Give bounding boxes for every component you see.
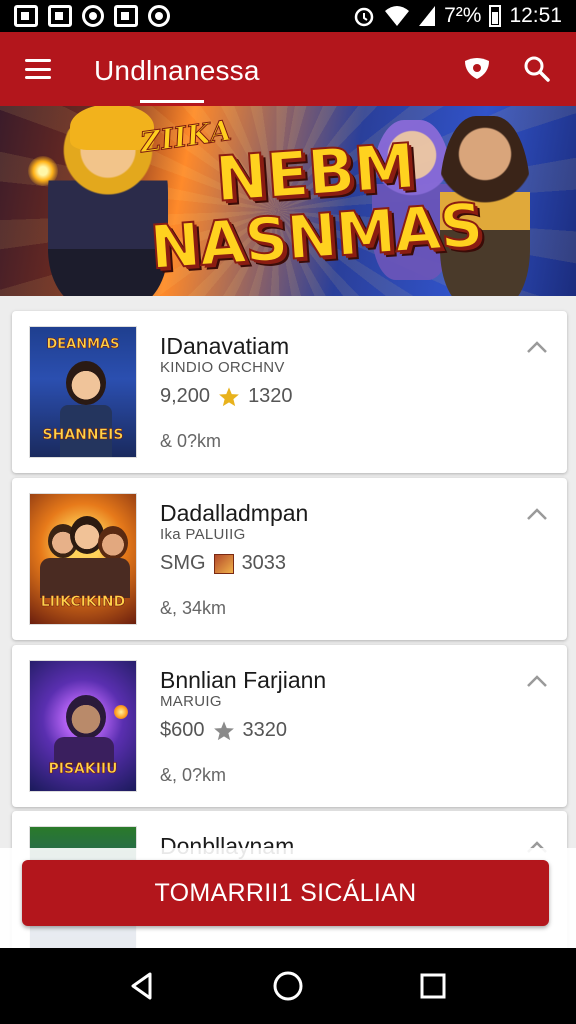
thumbnail-title: DEANMAS	[46, 337, 120, 353]
game-distance: &, 0?km	[160, 765, 227, 785]
primary-action-button[interactable]: TOMARRII1 SICÁLIAN	[22, 860, 549, 926]
game-thumbnail-icon	[213, 553, 234, 574]
home-icon	[273, 971, 303, 1001]
game-count: 3033	[241, 552, 287, 574]
screen: 7²% 12:51 Undlnanessa ZIIKA NEBM NASNMAS…	[0, 0, 576, 1024]
search-icon	[524, 56, 550, 82]
game-title: Dadalladmpan	[160, 500, 309, 526]
chevron-up-icon[interactable]	[525, 673, 549, 689]
list-item[interactable]: PISAKIIU Bnnlian Farjiann MARUIG $600 33…	[12, 645, 567, 807]
list-item[interactable]: DEANMAS SHANNEIS IDanavatiam KINDIO ORCH…	[12, 311, 567, 473]
game-thumbnail: DEANMAS SHANNEIS	[29, 326, 137, 458]
game-stats: 9,200 1320	[160, 385, 293, 408]
chart-notification-icon	[14, 5, 38, 27]
battery-icon	[489, 5, 502, 27]
wifi-icon	[385, 6, 410, 26]
recents-button[interactable]	[408, 961, 458, 1011]
game-price: SMG	[160, 552, 206, 574]
home-button[interactable]	[263, 961, 313, 1011]
recents-icon	[420, 973, 446, 999]
game-title: IDanavatiam	[160, 333, 290, 359]
app-bar: Undlnanessa	[0, 32, 576, 106]
search-button[interactable]	[520, 52, 554, 86]
clock: 12:51	[509, 4, 562, 27]
game-price: $600	[160, 719, 205, 741]
shield-notification-icon	[82, 5, 104, 27]
star-outline-icon	[213, 720, 234, 740]
chevron-up-icon[interactable]	[525, 339, 549, 355]
game-price: 9,200	[160, 385, 211, 407]
game-count: 1320	[248, 385, 293, 407]
notification-icons	[14, 5, 170, 27]
game-thumbnail: PISAKIIU	[29, 660, 137, 792]
game-distance: & 0?km	[160, 431, 222, 451]
menu-icon	[25, 59, 51, 79]
thumbnail-caption: LIIKCIKIND	[40, 594, 126, 611]
app-title: Undlnanessa	[94, 51, 260, 103]
shield-icon	[465, 58, 489, 79]
signal-icon	[419, 6, 436, 26]
game-thumbnail: LIIKCIKIND	[29, 493, 137, 625]
app-notification-icon	[114, 5, 138, 27]
thumbnail-caption: SHANNEIS	[42, 427, 124, 444]
game-stats: $600 3320	[160, 719, 287, 742]
back-button[interactable]	[118, 961, 168, 1011]
game-distance: &, 34km	[160, 598, 227, 618]
status-bar: 7²% 12:51	[0, 0, 576, 32]
chevron-up-icon[interactable]	[525, 506, 549, 522]
shield-button[interactable]	[460, 52, 494, 86]
game-title: Bnnlian Farjiann	[160, 667, 327, 693]
system-nav-bar	[0, 948, 576, 1024]
back-icon	[131, 972, 152, 1000]
pulse-notification-icon	[48, 5, 72, 27]
circle-notification-icon	[148, 5, 170, 27]
game-count: 3320	[242, 719, 288, 741]
game-subtitle: KINDIO ORCHNV	[160, 359, 285, 376]
menu-button[interactable]	[0, 32, 76, 106]
cta-container: TOMARRII1 SICÁLIAN	[0, 848, 576, 948]
game-subtitle: MARUIG	[160, 693, 222, 710]
game-subtitle: Ika PALUIIG	[160, 526, 246, 543]
battery-percent: 7²%	[444, 4, 482, 27]
system-status: 7²% 12:51	[352, 4, 562, 28]
promo-banner[interactable]: ZIIKA NEBM NASNMAS	[0, 106, 576, 296]
game-stats: SMG 3033	[160, 552, 286, 575]
alarm-icon	[354, 7, 374, 27]
list-item[interactable]: LIIKCIKIND Dadalladmpan Ika PALUIIG SMG …	[12, 478, 567, 640]
star-icon	[219, 386, 239, 406]
thumbnail-caption: PISAKIIU	[48, 761, 118, 778]
